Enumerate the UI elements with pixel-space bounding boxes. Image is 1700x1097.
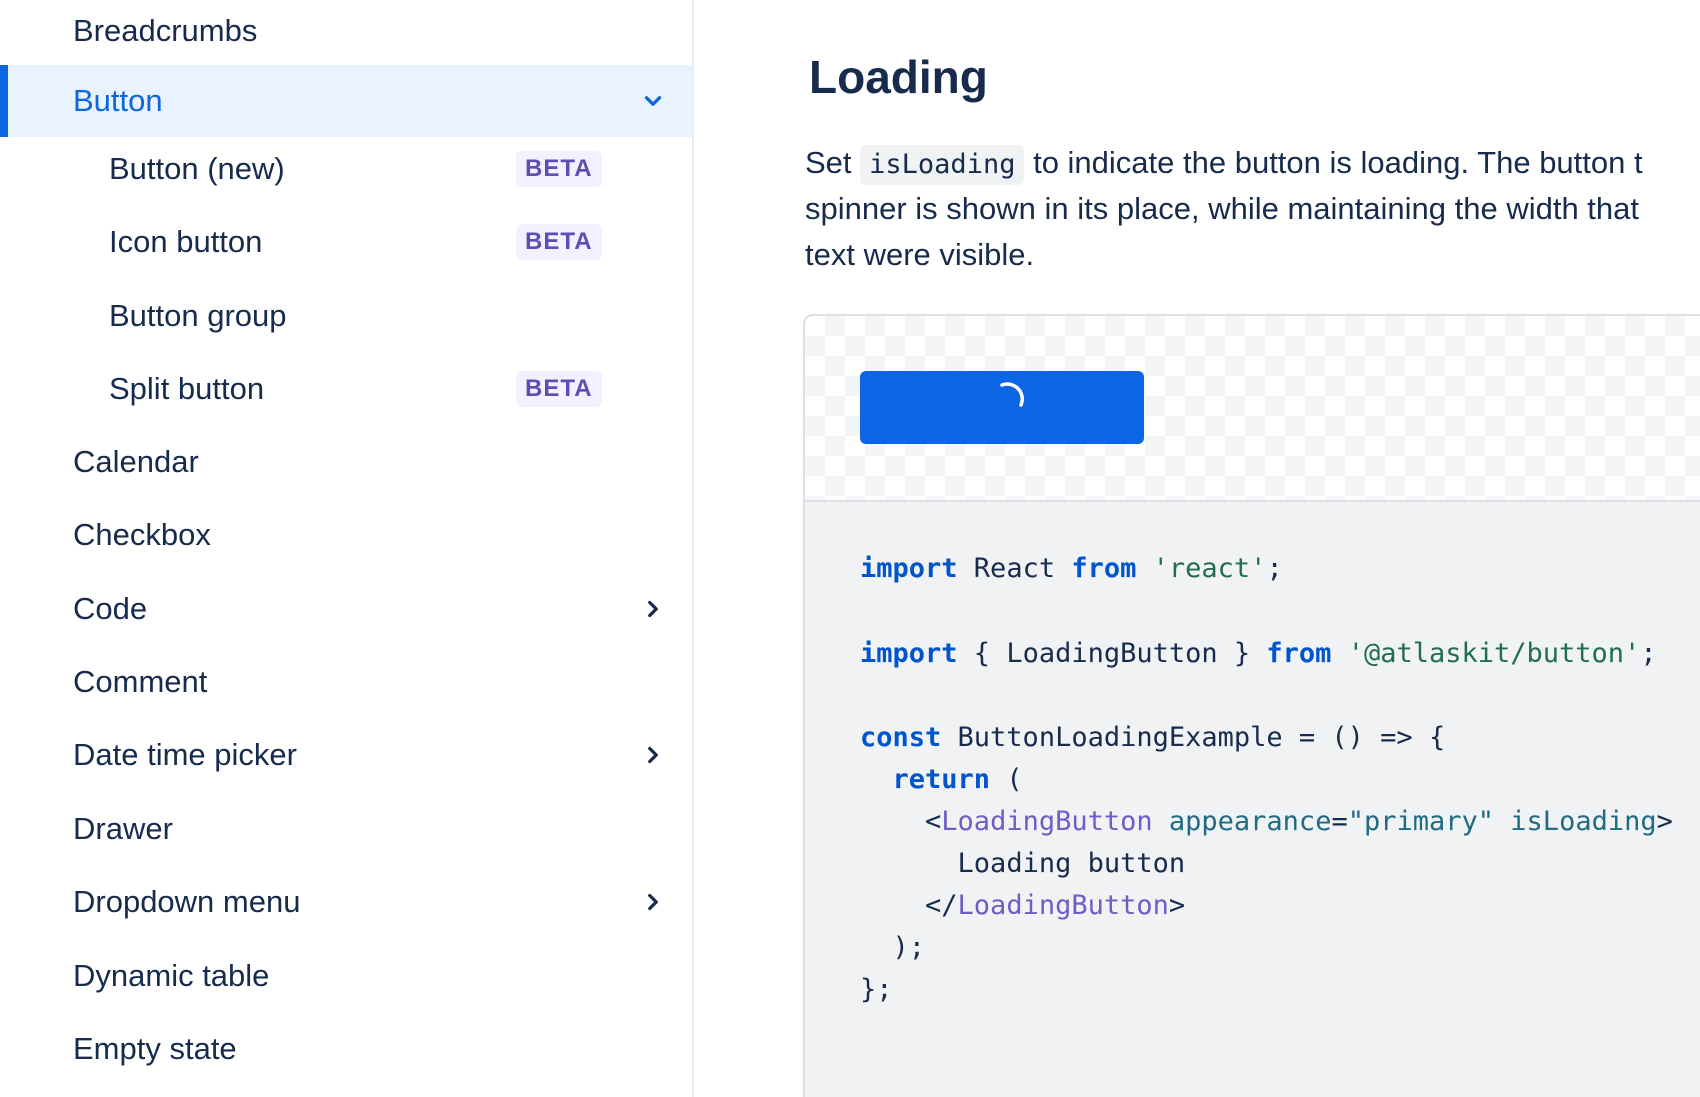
code-string: 'react' bbox=[1152, 553, 1267, 584]
sidebar-item-label: Button group bbox=[109, 298, 287, 333]
example-panel: import React from 'react'; import { Load… bbox=[803, 314, 1700, 1097]
code-tag: LoadingButton bbox=[957, 890, 1169, 921]
sidebar-item-label: Date time picker bbox=[73, 737, 297, 772]
code-text: ); bbox=[892, 932, 926, 963]
sidebar-item-button-group[interactable]: Button group bbox=[0, 280, 692, 352]
code-keyword: import bbox=[860, 638, 958, 669]
description-line: Set isLoading to indicate the button is … bbox=[805, 140, 1700, 186]
code-attr: isLoading bbox=[1510, 806, 1657, 837]
code-keyword: from bbox=[1266, 638, 1332, 669]
code-line: ); bbox=[860, 925, 926, 971]
main-content: Loading Set isLoading to indicate the bu… bbox=[694, 0, 1700, 1097]
sidebar-item-label: Comment bbox=[73, 664, 208, 699]
sidebar-item-breadcrumbs[interactable]: Breadcrumbs bbox=[0, 0, 692, 67]
sidebar-item-label: Code bbox=[73, 591, 148, 626]
code-keyword: return bbox=[892, 764, 991, 795]
code-text: ButtonLoadingExample = () => { bbox=[941, 722, 1446, 753]
code-text: < bbox=[925, 806, 942, 837]
code-keyword: from bbox=[1071, 553, 1137, 584]
example-preview bbox=[805, 316, 1700, 502]
code-text: }; bbox=[860, 974, 893, 1005]
description-line: spinner is shown in its place, while mai… bbox=[805, 191, 1640, 226]
sidebar-item-dropdown-menu[interactable]: Dropdown menu bbox=[0, 866, 692, 938]
code-text: React bbox=[957, 553, 1072, 584]
section-description: Set isLoading to indicate the button is … bbox=[805, 140, 1700, 278]
code-tag: LoadingButton bbox=[941, 806, 1153, 837]
sidebar-item-label: Dynamic table bbox=[73, 958, 270, 993]
code-line: import { LoadingButton } from '@atlaskit… bbox=[860, 631, 1657, 677]
code-line: }; bbox=[860, 967, 893, 1013]
beta-badge: BETA bbox=[516, 151, 602, 187]
code-text: { LoadingButton } bbox=[957, 638, 1267, 669]
sidebar-item-label: Empty state bbox=[73, 1031, 237, 1066]
sidebar-item-label: Dropdown menu bbox=[73, 884, 301, 919]
docs-page: Breadcrumbs Button Button (new) BETA Ico… bbox=[0, 0, 1700, 1097]
chevron-right-icon[interactable] bbox=[640, 596, 666, 622]
chevron-right-icon[interactable] bbox=[640, 889, 666, 915]
code-text: = bbox=[1331, 806, 1348, 837]
sidebar-item-label: Split button bbox=[109, 371, 265, 406]
code-string: '@atlaskit/button' bbox=[1347, 638, 1641, 669]
code-line: </LoadingButton> bbox=[860, 883, 1185, 929]
code-text: ( bbox=[990, 764, 1023, 795]
code-text: ; bbox=[1640, 638, 1657, 669]
sidebar-item-empty-state[interactable]: Empty state bbox=[0, 1013, 692, 1085]
code-attr: appearance bbox=[1168, 806, 1332, 837]
code-text: > bbox=[1656, 806, 1673, 837]
code-keyword: import bbox=[860, 553, 958, 584]
sidebar-nav: Breadcrumbs Button Button (new) BETA Ico… bbox=[0, 0, 694, 1097]
sidebar-item-drawer[interactable]: Drawer bbox=[0, 793, 692, 865]
sidebar-item-label: Icon button bbox=[109, 224, 263, 259]
chevron-right-icon[interactable] bbox=[640, 742, 666, 768]
code-line: return ( bbox=[860, 757, 1023, 803]
sidebar-item-label: Calendar bbox=[73, 444, 199, 479]
spinner-icon bbox=[1000, 382, 1024, 407]
sidebar-item-dynamic-table[interactable]: Dynamic table bbox=[0, 940, 692, 1012]
sidebar-item-split-button[interactable]: Split button BETA bbox=[0, 353, 692, 425]
loading-button[interactable] bbox=[860, 371, 1144, 444]
sidebar-item-label: Drawer bbox=[73, 811, 173, 846]
sidebar-item-label: Button (new) bbox=[109, 151, 285, 186]
inline-code: isLoading bbox=[860, 145, 1025, 185]
beta-badge: BETA bbox=[516, 371, 602, 407]
sidebar-item-calendar[interactable]: Calendar bbox=[0, 426, 692, 498]
sidebar-item-comment[interactable]: Comment bbox=[0, 646, 692, 718]
sidebar-item-code[interactable]: Code bbox=[0, 573, 692, 645]
sidebar-item-icon-button[interactable]: Icon button BETA bbox=[0, 206, 692, 278]
code-text: Loading button bbox=[957, 848, 1186, 879]
code-line: Loading button bbox=[860, 841, 1186, 887]
section-heading: Loading bbox=[809, 51, 988, 103]
sidebar-item-date-time-picker[interactable]: Date time picker bbox=[0, 719, 692, 791]
sidebar-item-checkbox[interactable]: Checkbox bbox=[0, 499, 692, 571]
description-line: text were visible. bbox=[805, 237, 1035, 272]
code-text: </ bbox=[925, 890, 958, 921]
code-keyword: const bbox=[860, 722, 942, 753]
code-line: <LoadingButton appearance="primary" isLo… bbox=[860, 799, 1673, 845]
code-text: ; bbox=[1266, 553, 1283, 584]
sidebar-item-button[interactable]: Button bbox=[0, 65, 692, 137]
sidebar-item-label: Button bbox=[73, 83, 163, 118]
sidebar-item-label: Checkbox bbox=[73, 517, 211, 552]
sidebar-item-label: Breadcrumbs bbox=[73, 13, 258, 48]
code-attr-value: "primary" bbox=[1347, 806, 1495, 837]
sidebar-item-button-new[interactable]: Button (new) BETA bbox=[0, 133, 692, 205]
chevron-down-icon[interactable] bbox=[640, 88, 666, 114]
description-text: Set bbox=[805, 145, 861, 180]
code-text: > bbox=[1168, 890, 1186, 921]
description-text: to indicate the button is loading. The b… bbox=[1024, 145, 1643, 180]
code-line: import React from 'react'; bbox=[860, 546, 1283, 592]
beta-badge: BETA bbox=[516, 224, 602, 260]
code-line: const ButtonLoadingExample = () => { bbox=[860, 715, 1445, 761]
